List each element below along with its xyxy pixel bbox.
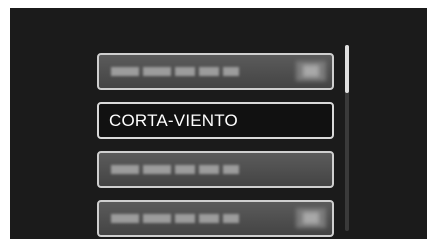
menu-item-label: CORTA-VIENTO [109,111,238,130]
menu-item-1[interactable] [97,53,334,90]
blurred-label [111,67,239,76]
menu-item-4[interactable] [97,200,334,237]
menu-item-icon [296,61,326,81]
menu-item-icon [296,208,326,228]
blurred-label [111,165,239,174]
menu-item-corta-viento[interactable]: CORTA-VIENTO [97,102,334,139]
menu-item-3[interactable] [97,151,334,188]
blurred-label [111,214,239,223]
scrollbar-thumb[interactable] [345,45,349,93]
